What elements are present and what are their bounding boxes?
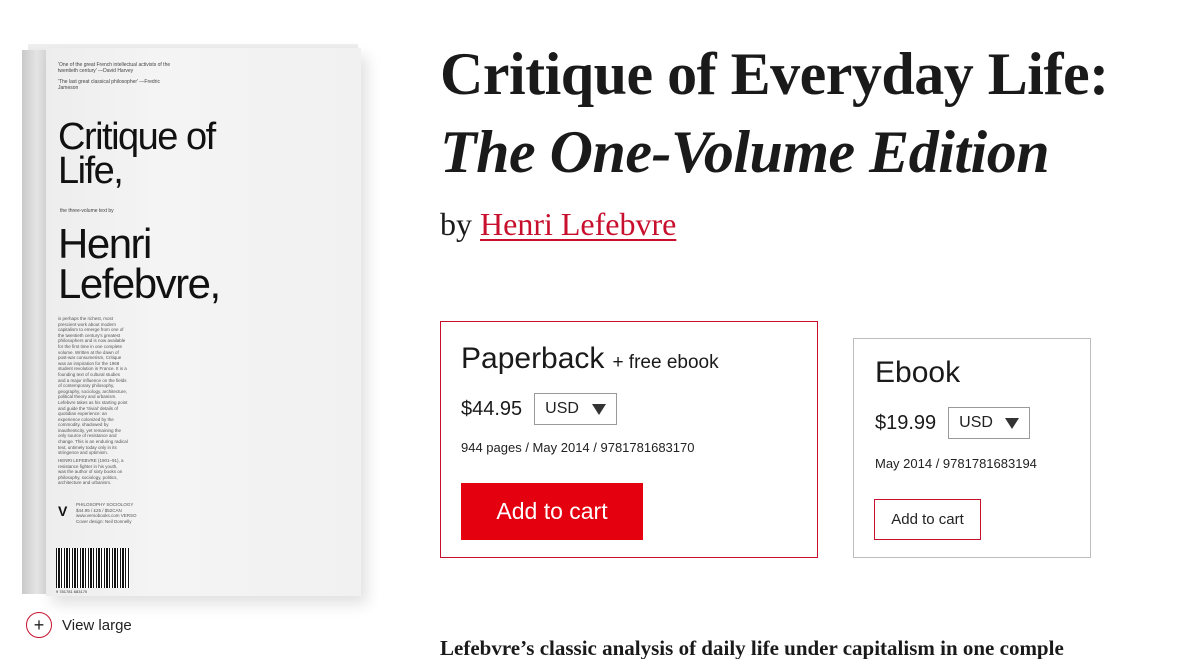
caret-down-icon <box>592 403 607 415</box>
book-title: Critique of Everyday Life: <box>440 41 1109 107</box>
cover-author-bio: HENRI LEFEBVRE (1901–91), a resistance f… <box>58 458 124 486</box>
cover-blurbs: 'One of the great French intellectual ac… <box>58 62 176 96</box>
verso-logo: V <box>58 503 68 519</box>
cover-author: Henri Lefebvre, <box>58 220 221 307</box>
format-name: Ebook <box>875 356 961 389</box>
price-row: $44.95 USD <box>461 393 618 425</box>
format-meta: 944 pages / May 2014 / 9781781683170 <box>461 440 695 455</box>
price: $44.95 <box>461 397 523 420</box>
currency-value: USD <box>545 400 579 417</box>
price: $19.99 <box>875 411 937 434</box>
currency-select[interactable]: USD <box>534 393 618 425</box>
cover-front: 'One of the great French intellectual ac… <box>46 48 361 596</box>
author-link[interactable]: Henri Lefebvre <box>480 206 676 242</box>
view-large-button[interactable]: + View large <box>26 612 132 638</box>
book-cover-image[interactable]: 'One of the great French intellectual ac… <box>22 44 362 604</box>
view-large-label: View large <box>62 616 132 634</box>
cover-body-text: is perhaps the richest, most prescient w… <box>58 316 128 456</box>
cover-subtitle: the three-volume text by <box>60 208 114 214</box>
cover-publisher-info: PHILOSOPHY SOCIOLOGY $44.95 / £25 / $52C… <box>76 502 137 524</box>
book-subtitle: The One-Volume Edition <box>440 119 1050 185</box>
cover-title: Critique of Life, <box>58 116 216 192</box>
add-to-cart-button[interactable]: Add to cart <box>874 499 981 540</box>
currency-value: USD <box>959 414 993 431</box>
format-extra: + free ebook <box>612 352 719 373</box>
cover-spine <box>22 50 46 594</box>
format-card-paperback[interactable]: Paperback + free ebook $44.95 USD 944 pa… <box>440 321 818 558</box>
format-card-ebook[interactable]: Ebook $19.99 USD May 2014 / 978178168319… <box>853 338 1091 558</box>
barcode-number: 9 781781 683170 <box>56 589 88 594</box>
format-name: Paperback <box>461 342 605 375</box>
byline-by: by <box>440 206 472 242</box>
paperback-heading: Paperback + free ebook <box>461 342 719 376</box>
barcode <box>56 548 130 588</box>
caret-down-icon <box>1005 417 1020 429</box>
byline: by Henri Lefebvre <box>440 206 676 243</box>
price-row: $19.99 USD <box>875 407 1031 439</box>
plus-circle-icon: + <box>26 612 52 638</box>
cover-blurb-2: 'The last great classical philosopher' —… <box>58 79 160 91</box>
format-meta: May 2014 / 9781781683194 <box>875 456 1037 471</box>
add-to-cart-button[interactable]: Add to cart <box>461 483 643 540</box>
currency-select[interactable]: USD <box>948 407 1031 439</box>
book-tagline: Lefebvre’s classic analysis of daily lif… <box>440 636 1064 659</box>
cover-blurb-1: 'One of the great French intellectual ac… <box>58 62 171 74</box>
